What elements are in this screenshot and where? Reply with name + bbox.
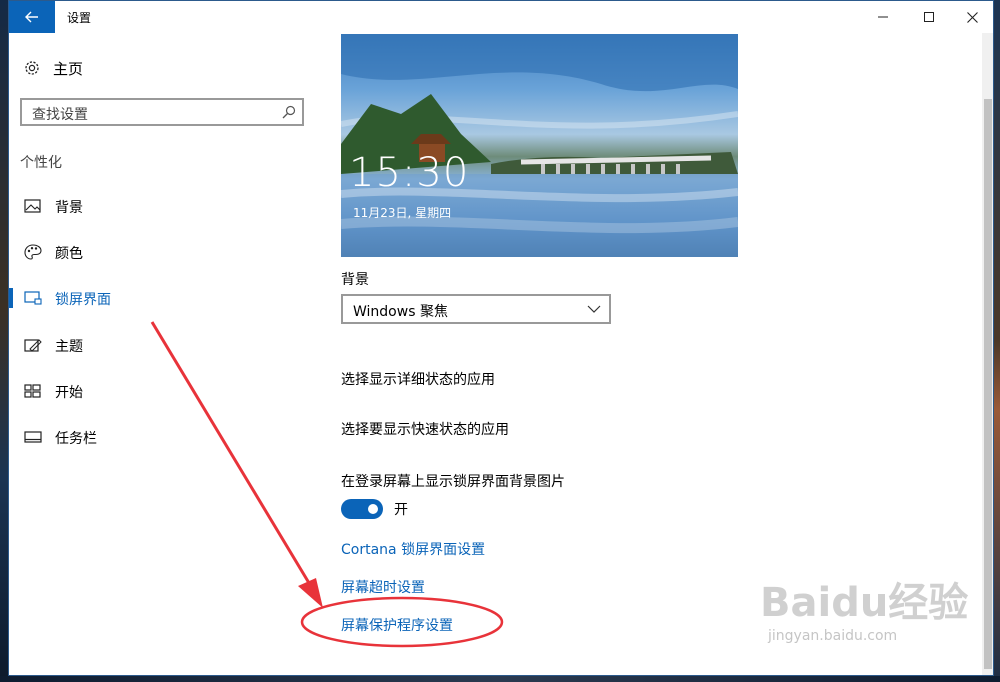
- watermark: Baidu经验 jingyan.baidu.com: [760, 570, 968, 644]
- preview-date: 11月23日, 星期四: [353, 206, 452, 220]
- sidebar-item-colors[interactable]: 颜色: [9, 237, 309, 267]
- sidebar-item-label: 背景: [55, 200, 83, 216]
- close-icon: [966, 11, 978, 23]
- desktop-background-left: [0, 0, 8, 682]
- lock-screen-preview: 15:30 11月23日, 星期四: [341, 34, 738, 257]
- sidebar-item-taskbar[interactable]: 任务栏: [9, 422, 309, 452]
- sidebar-item-label: 锁屏界面: [55, 292, 111, 308]
- search-input[interactable]: 查找设置: [20, 98, 304, 126]
- lock-screen-icon: [24, 291, 42, 305]
- cortana-lock-screen-settings-link[interactable]: Cortana 锁屏界面设置: [341, 539, 485, 559]
- taskbar-icon: [24, 431, 42, 443]
- theme-icon: [24, 339, 42, 352]
- sidebar-item-label: 颜色: [55, 246, 83, 262]
- active-indicator: [9, 288, 13, 308]
- preview-landscape-image: [341, 34, 738, 257]
- maximize-icon: [924, 12, 934, 22]
- sidebar-item-home-label: 主页: [53, 59, 84, 78]
- sidebar: 主页 查找设置 个性化 背景 颜色 锁屏界面 主题 开始 任务栏: [9, 33, 319, 675]
- watermark-url: jingyan.baidu.com: [768, 628, 898, 644]
- background-dropdown[interactable]: Windows 聚焦: [341, 294, 611, 324]
- title-bar: 设置: [9, 1, 993, 33]
- detailed-status-apps-label: 选择显示详细状态的应用: [341, 372, 495, 388]
- maximize-button[interactable]: [906, 1, 952, 33]
- quick-status-apps-label: 选择要显示快速状态的应用: [341, 422, 509, 438]
- show-background-toggle[interactable]: [341, 499, 383, 519]
- screensaver-settings-link[interactable]: 屏幕保护程序设置: [341, 615, 453, 635]
- gear-icon: [25, 61, 39, 75]
- sidebar-item-home[interactable]: 主页: [23, 57, 83, 79]
- sidebar-item-background[interactable]: 背景: [9, 191, 309, 221]
- image-icon: [24, 199, 41, 213]
- screen-timeout-settings-link[interactable]: 屏幕超时设置: [341, 577, 425, 597]
- sidebar-item-themes[interactable]: 主题: [9, 330, 309, 360]
- window-title: 设置: [67, 11, 92, 25]
- sidebar-item-lock-screen[interactable]: 锁屏界面: [9, 283, 309, 313]
- toggle-state-label: 开: [394, 502, 408, 518]
- sidebar-item-label: 主题: [55, 339, 83, 355]
- minimize-button[interactable]: [860, 1, 906, 33]
- sidebar-item-label: 任务栏: [55, 431, 97, 447]
- desktop-background-bottom: [0, 676, 1000, 682]
- vertical-scrollbar[interactable]: [982, 33, 993, 675]
- search-placeholder: 查找设置: [32, 107, 88, 123]
- sidebar-item-label: 开始: [55, 385, 83, 401]
- desktop-background-right: [994, 0, 1000, 682]
- preview-clock: 15:30: [349, 150, 470, 196]
- palette-icon: [24, 244, 42, 260]
- watermark-logo: Baidu经验: [760, 580, 969, 626]
- toggle-knob: [368, 504, 378, 514]
- search-icon[interactable]: [282, 105, 296, 119]
- background-dropdown-value: Windows 聚焦: [353, 304, 448, 320]
- section-title: 个性化: [20, 155, 62, 171]
- back-button[interactable]: [9, 1, 55, 33]
- sidebar-item-start[interactable]: 开始: [9, 376, 309, 406]
- show-background-on-signin-label: 在登录屏幕上显示锁屏界面背景图片: [341, 474, 565, 490]
- scrollbar-thumb[interactable]: [984, 99, 992, 669]
- start-icon: [24, 384, 41, 398]
- chevron-down-icon: [587, 305, 601, 313]
- close-button[interactable]: [949, 1, 993, 33]
- minimize-icon: [878, 16, 888, 18]
- arrow-left-icon: [25, 11, 38, 23]
- background-label: 背景: [341, 272, 369, 288]
